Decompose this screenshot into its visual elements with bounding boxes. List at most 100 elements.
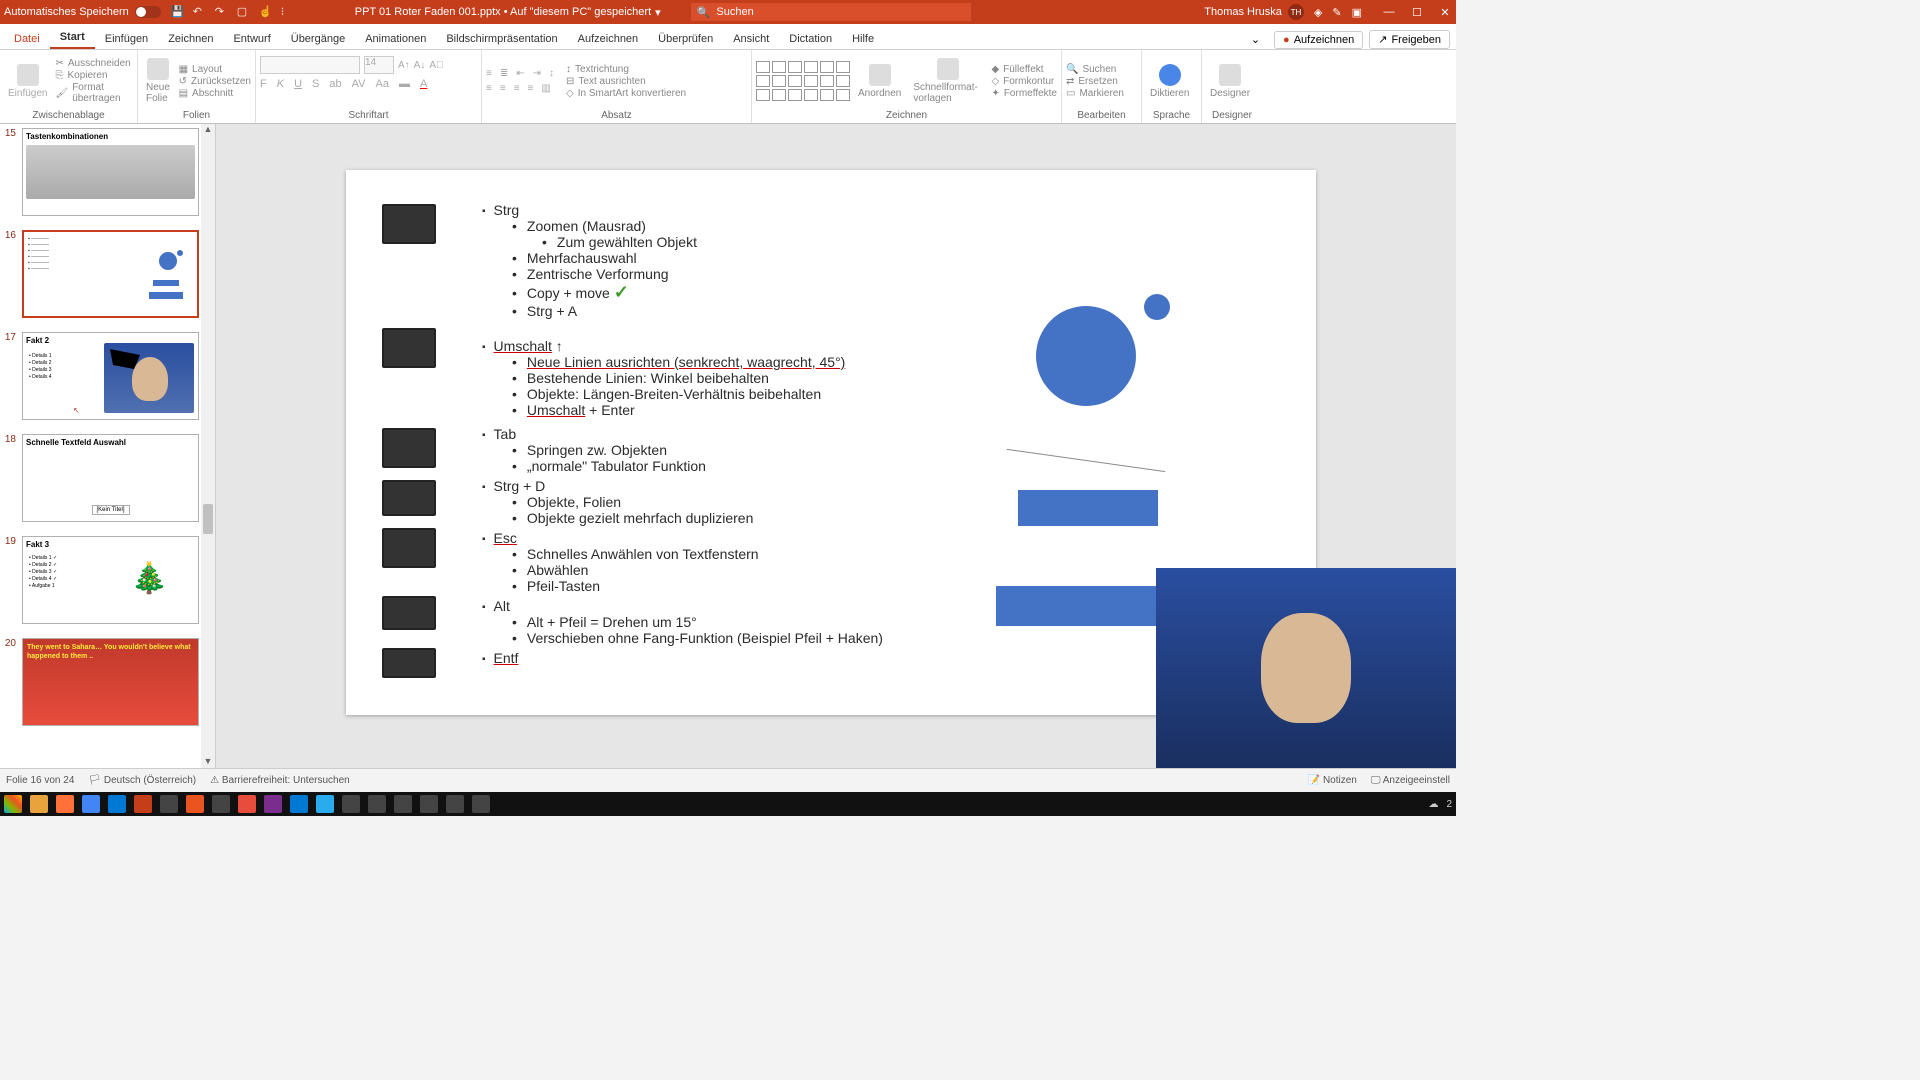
tab-dictation[interactable]: Dictation [779,29,842,49]
taskbar-app-icon[interactable] [160,795,178,813]
notes-button[interactable]: 📝 Notizen [1308,775,1357,786]
undo-icon[interactable]: ↶ [193,5,207,19]
arrange-button[interactable]: Anordnen [854,62,905,101]
tab-view[interactable]: Ansicht [723,29,779,49]
webcam-overlay[interactable] [1156,568,1456,768]
case-button[interactable]: Aa [375,78,388,90]
shape-effects-button[interactable]: ✦ Formeffekte [991,88,1057,99]
display-settings-button[interactable]: 🖵 Anzeigeeinstell [1371,775,1450,786]
shape-gallery[interactable] [756,61,850,101]
shape-outline-button[interactable]: ◇ Formkontur [991,76,1057,87]
tab-review[interactable]: Überprüfen [648,29,723,49]
touch-icon[interactable]: ☝ [259,5,273,19]
taskbar-app9-icon[interactable] [472,795,490,813]
shape-line[interactable] [1007,449,1166,472]
thumbnail-18[interactable]: 18 Schnelle Textfeld Auswahl [Kein Titel… [0,430,201,532]
slide-counter[interactable]: Folie 16 von 24 [6,775,74,786]
decrease-font-icon[interactable]: A↓ [414,60,426,71]
taskbar-outlook-icon[interactable] [108,795,126,813]
slide-canvas-area[interactable]: Strg Zoomen (Mausrad) Zum gewählten Obje… [216,124,1456,768]
bullets-button[interactable]: ≡ [486,68,492,79]
more-icon[interactable]: ⁝ [281,5,295,19]
system-tray[interactable]: ☁ 2 [1428,799,1452,810]
new-slide-button[interactable]: Neue Folie [142,56,175,106]
tab-file[interactable]: Datei [4,29,50,49]
cut-button[interactable]: ✂ Ausschneiden [55,58,133,69]
collapse-ribbon-icon[interactable]: ⌄ [1251,33,1260,46]
underline-button[interactable]: U [294,78,302,90]
diamond-icon[interactable]: ◈ [1314,6,1322,19]
taskbar-onenote-icon[interactable] [264,795,282,813]
user-account[interactable]: Thomas Hruska TH [1204,4,1304,20]
pen-icon[interactable]: ✎ [1332,6,1341,19]
tab-start[interactable]: Start [50,27,95,49]
minimize-button[interactable]: — [1382,6,1396,19]
taskbar-app4-icon[interactable] [342,795,360,813]
autosave-toggle[interactable]: Automatisches Speichern [4,6,161,18]
share-button[interactable]: ↗Freigeben [1369,30,1450,49]
taskbar-app7-icon[interactable] [420,795,438,813]
shape-rectangle-1[interactable] [1018,490,1158,526]
toggle-switch[interactable] [135,6,161,18]
taskbar-vscode-icon[interactable] [290,795,308,813]
scroll-up-icon[interactable]: ▲ [201,124,215,136]
smartart-button[interactable]: ◇ In SmartArt konvertieren [566,88,686,99]
language-status[interactable]: 🏳 Deutsch (Österreich) [88,775,196,786]
weather-icon[interactable]: ☁ [1428,799,1438,810]
taskbar-firefox-icon[interactable] [56,795,74,813]
shadow-button[interactable]: ab [329,78,341,90]
font-size-combo[interactable]: 14 [364,56,394,74]
shape-circle-large[interactable] [1036,306,1136,406]
save-icon[interactable]: 💾 [171,5,185,19]
taskbar-app8-icon[interactable] [446,795,464,813]
columns-button[interactable]: ▥ [541,83,550,94]
indent-dec-button[interactable]: ⇤ [516,68,524,79]
search-box[interactable]: 🔍 Suchen [691,3,971,21]
slide-text-block[interactable]: Strg Zoomen (Mausrad) Zum gewählten Obje… [482,202,697,319]
accessibility-status[interactable]: ⚠ Barrierefreiheit: Untersuchen [210,775,350,786]
taskbar-chrome-icon[interactable] [82,795,100,813]
tab-animations[interactable]: Animationen [355,29,436,49]
replace-button[interactable]: ⇄ Ersetzen [1066,76,1124,87]
reset-button[interactable]: ↺ Zurücksetzen [179,76,251,87]
taskbar-powerpoint-icon[interactable] [134,795,152,813]
shape-circle-small[interactable] [1144,294,1170,320]
taskbar-app3-icon[interactable] [238,795,256,813]
tab-draw[interactable]: Zeichnen [158,29,223,49]
align-left-button[interactable]: ≡ [486,83,492,94]
taskbar-explorer-icon[interactable] [30,795,48,813]
tab-slideshow[interactable]: Bildschirmpräsentation [436,29,567,49]
tab-transitions[interactable]: Übergänge [281,29,355,49]
text-direction-button[interactable]: ↕ Textrichtung [566,64,686,75]
window-icon[interactable]: ▣ [1352,6,1362,19]
tab-help[interactable]: Hilfe [842,29,884,49]
present-icon[interactable]: ▢ [237,5,251,19]
user-avatar[interactable]: TH [1288,4,1304,20]
taskbar-app5-icon[interactable] [368,795,386,813]
section-button[interactable]: ▤ Abschnitt [179,88,251,99]
numbering-button[interactable]: ≣ [500,68,508,79]
thumbnail-20[interactable]: 20 They went to Sahara… You wouldn't bel… [0,634,201,736]
strike-button[interactable]: S [312,78,319,90]
font-color-button[interactable]: A [420,78,427,90]
line-spacing-button[interactable]: ↕ [549,68,554,79]
italic-button[interactable]: K [277,78,284,90]
tab-record[interactable]: Aufzeichnen [568,29,649,49]
maximize-button[interactable]: ☐ [1410,6,1424,19]
dictate-button[interactable]: Diktieren [1146,62,1193,101]
thumbnails-scrollbar[interactable]: ▲ ▼ [201,124,215,768]
redo-icon[interactable]: ↷ [215,5,229,19]
justify-button[interactable]: ≡ [528,83,534,94]
font-family-combo[interactable] [260,56,360,74]
tab-insert[interactable]: Einfügen [95,29,158,49]
close-button[interactable]: ✕ [1438,6,1452,19]
spacing-button[interactable]: AV [352,78,366,90]
increase-font-icon[interactable]: A↑ [398,60,410,71]
bold-button[interactable]: F [260,78,267,90]
align-text-button[interactable]: ⊟ Text ausrichten [566,76,686,87]
chevron-down-icon[interactable]: ▾ [655,6,661,19]
shape-fill-button[interactable]: ◆ Fülleffekt [991,64,1057,75]
thumbnail-15[interactable]: 15 Tastenkombinationen [0,124,201,226]
scroll-down-icon[interactable]: ▼ [201,756,215,768]
align-center-button[interactable]: ≡ [500,83,506,94]
